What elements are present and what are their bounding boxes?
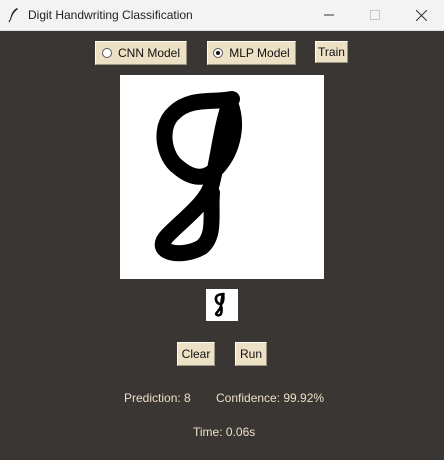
radio-cnn-label: CNN Model: [117, 46, 180, 60]
clear-button-label: Clear: [181, 347, 211, 361]
feather-icon: [8, 8, 18, 23]
radio-mlp-model[interactable]: MLP Model: [207, 41, 296, 65]
train-button[interactable]: Train: [315, 41, 348, 63]
radio-selected-icon: [213, 48, 224, 58]
time-label: Time: 0.06s: [193, 425, 256, 439]
title-bar: Digit Handwriting Classification: [0, 0, 444, 31]
radio-mlp-label: MLP Model: [229, 46, 290, 60]
train-button-label: Train: [318, 45, 345, 59]
run-button[interactable]: Run: [235, 342, 267, 366]
run-button-label: Run: [239, 347, 262, 361]
window-title: Digit Handwriting Classification: [28, 8, 193, 22]
radio-unselected-icon: [101, 48, 112, 58]
prediction-label: Prediction: 8: [124, 391, 191, 405]
preview-digit-image: [214, 292, 225, 317]
close-icon: [415, 9, 427, 21]
digit-preview: [206, 289, 238, 321]
clear-button[interactable]: Clear: [177, 342, 215, 366]
minimize-icon: [324, 14, 334, 16]
confidence-label: Confidence: 99.92%: [216, 391, 325, 405]
radio-cnn-model[interactable]: CNN Model: [95, 41, 187, 65]
maximize-icon: [370, 10, 380, 20]
minimize-button[interactable]: [306, 0, 352, 30]
maximize-button[interactable]: [352, 0, 398, 30]
close-button[interactable]: [398, 0, 444, 30]
drawing-canvas[interactable]: [120, 75, 324, 279]
handwritten-digit-drawing: [154, 91, 242, 262]
